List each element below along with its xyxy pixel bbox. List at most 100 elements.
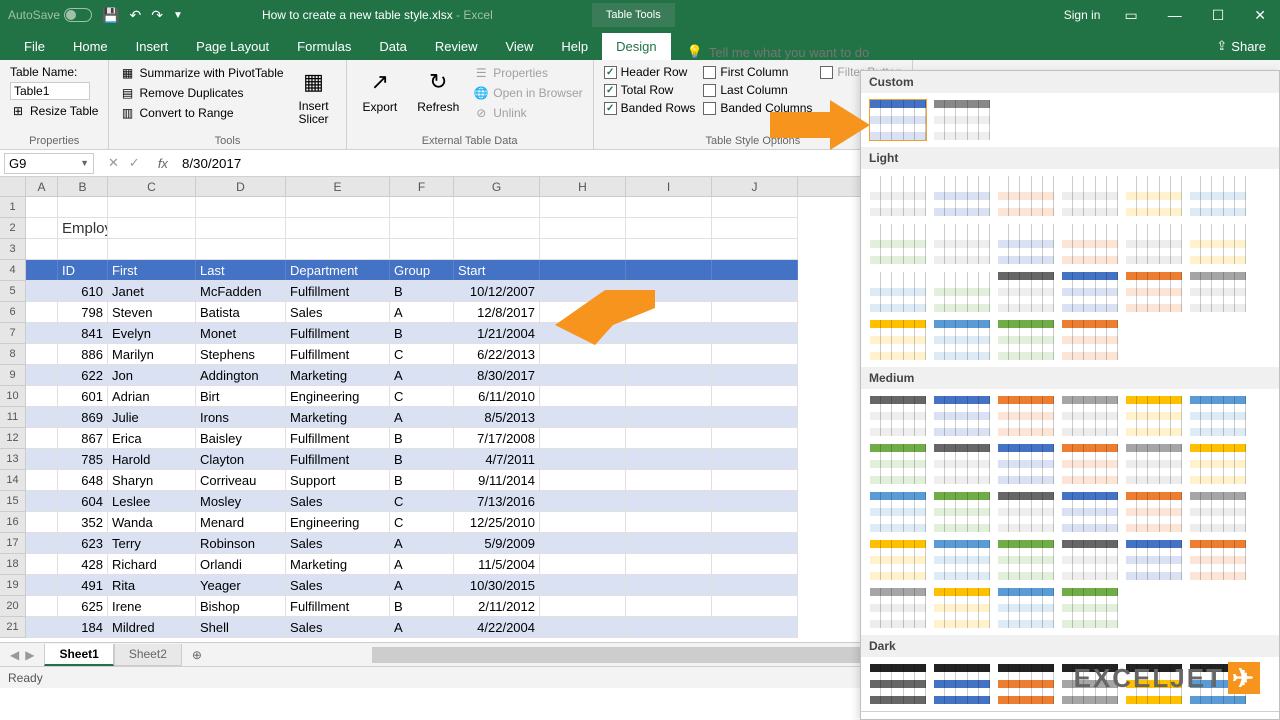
- cell[interactable]: Adrian: [108, 386, 196, 406]
- table-style-thumb[interactable]: [933, 587, 991, 629]
- table-style-thumb[interactable]: [1189, 223, 1247, 265]
- cell[interactable]: Menard: [196, 512, 286, 532]
- table-style-thumb[interactable]: [1189, 443, 1247, 485]
- cell[interactable]: 6/22/2013: [454, 344, 540, 364]
- redo-icon[interactable]: ↷: [151, 7, 163, 24]
- cell[interactable]: 4/22/2004: [454, 617, 540, 637]
- table-style-thumb[interactable]: [1189, 271, 1247, 313]
- cell[interactable]: [626, 596, 712, 616]
- table-style-thumb[interactable]: [1125, 539, 1183, 581]
- cell[interactable]: [58, 239, 108, 259]
- cell[interactable]: Jon: [108, 365, 196, 385]
- cell[interactable]: 12/8/2017: [454, 302, 540, 322]
- cell[interactable]: Support: [286, 470, 390, 490]
- cell[interactable]: [286, 239, 390, 259]
- table-style-thumb[interactable]: [933, 443, 991, 485]
- remove-duplicates-button[interactable]: ▤Remove Duplicates: [119, 84, 283, 102]
- cell[interactable]: [26, 596, 58, 616]
- cell[interactable]: [540, 575, 626, 595]
- cell[interactable]: [712, 302, 798, 322]
- table-style-thumb[interactable]: [869, 271, 927, 313]
- table-style-thumb[interactable]: [997, 587, 1055, 629]
- row-header[interactable]: 4: [0, 260, 26, 281]
- cell[interactable]: [26, 533, 58, 553]
- cell[interactable]: Rita: [108, 575, 196, 595]
- name-box-dropdown-icon[interactable]: ▼: [80, 158, 89, 168]
- cell[interactable]: 604: [58, 491, 108, 511]
- resize-table-button[interactable]: ⊞Resize Table: [10, 102, 98, 120]
- cell[interactable]: Mildred: [108, 617, 196, 637]
- cell[interactable]: Marketing: [286, 365, 390, 385]
- cell[interactable]: [626, 428, 712, 448]
- fx-icon[interactable]: fx: [150, 156, 176, 171]
- cell[interactable]: 869: [58, 407, 108, 427]
- cell[interactable]: [540, 197, 626, 217]
- table-style-thumb[interactable]: [933, 663, 991, 705]
- cell[interactable]: 184: [58, 617, 108, 637]
- cell[interactable]: [196, 239, 286, 259]
- table-style-thumb[interactable]: [933, 319, 991, 361]
- cell[interactable]: 625: [58, 596, 108, 616]
- ribbon-tab-formulas[interactable]: Formulas: [283, 33, 365, 60]
- cell[interactable]: B: [390, 428, 454, 448]
- cell[interactable]: Leslee: [108, 491, 196, 511]
- cell[interactable]: Irene: [108, 596, 196, 616]
- cell[interactable]: [540, 386, 626, 406]
- cell[interactable]: [26, 323, 58, 343]
- cell[interactable]: Wanda: [108, 512, 196, 532]
- ribbon-tab-insert[interactable]: Insert: [122, 33, 183, 60]
- ribbon-tab-home[interactable]: Home: [59, 33, 122, 60]
- cell[interactable]: 867: [58, 428, 108, 448]
- cell[interactable]: Bishop: [196, 596, 286, 616]
- column-header[interactable]: B: [58, 177, 108, 196]
- cell[interactable]: Corriveau: [196, 470, 286, 490]
- cell[interactable]: Shell: [196, 617, 286, 637]
- tab-nav-next-icon[interactable]: ▶: [25, 648, 34, 662]
- ribbon-display-icon[interactable]: ▭: [1118, 7, 1143, 24]
- cell[interactable]: Erica: [108, 428, 196, 448]
- cell[interactable]: [626, 491, 712, 511]
- cell[interactable]: [390, 218, 454, 238]
- cell[interactable]: [712, 386, 798, 406]
- cell[interactable]: Marketing: [286, 554, 390, 574]
- cell[interactable]: Addington: [196, 365, 286, 385]
- cell[interactable]: [26, 449, 58, 469]
- cell[interactable]: [540, 239, 626, 259]
- row-header[interactable]: 11: [0, 407, 26, 428]
- cell[interactable]: [626, 386, 712, 406]
- row-header[interactable]: 17: [0, 533, 26, 554]
- cell[interactable]: [26, 407, 58, 427]
- table-style-thumb[interactable]: [1061, 223, 1119, 265]
- cell[interactable]: [454, 239, 540, 259]
- cell[interactable]: 4/7/2011: [454, 449, 540, 469]
- total-row-checkbox[interactable]: Total Row: [604, 82, 696, 98]
- row-header[interactable]: 18: [0, 554, 26, 575]
- cell[interactable]: [626, 575, 712, 595]
- cell[interactable]: [626, 197, 712, 217]
- cell[interactable]: Fulfillment: [286, 281, 390, 301]
- cell[interactable]: [712, 365, 798, 385]
- cell[interactable]: C: [390, 344, 454, 364]
- cell[interactable]: Steven: [108, 302, 196, 322]
- cancel-formula-icon[interactable]: ✕: [108, 155, 119, 171]
- enter-formula-icon[interactable]: ✓: [129, 155, 140, 171]
- table-style-thumb[interactable]: [997, 223, 1055, 265]
- cell[interactable]: [626, 407, 712, 427]
- cell[interactable]: B: [390, 449, 454, 469]
- cell[interactable]: 11/5/2004: [454, 554, 540, 574]
- cell[interactable]: Fulfillment: [286, 428, 390, 448]
- cell[interactable]: [712, 554, 798, 574]
- cell[interactable]: [26, 470, 58, 490]
- row-header[interactable]: 9: [0, 365, 26, 386]
- table-style-thumb[interactable]: [933, 99, 991, 141]
- cell[interactable]: B: [390, 596, 454, 616]
- cell[interactable]: Evelyn: [108, 323, 196, 343]
- table-style-thumb[interactable]: [1061, 271, 1119, 313]
- cell[interactable]: [712, 617, 798, 637]
- table-style-thumb[interactable]: [1125, 443, 1183, 485]
- cell[interactable]: Engineering: [286, 512, 390, 532]
- cell[interactable]: [26, 344, 58, 364]
- ribbon-tab-data[interactable]: Data: [365, 33, 420, 60]
- table-style-thumb[interactable]: [1061, 175, 1119, 217]
- table-style-thumb[interactable]: [933, 223, 991, 265]
